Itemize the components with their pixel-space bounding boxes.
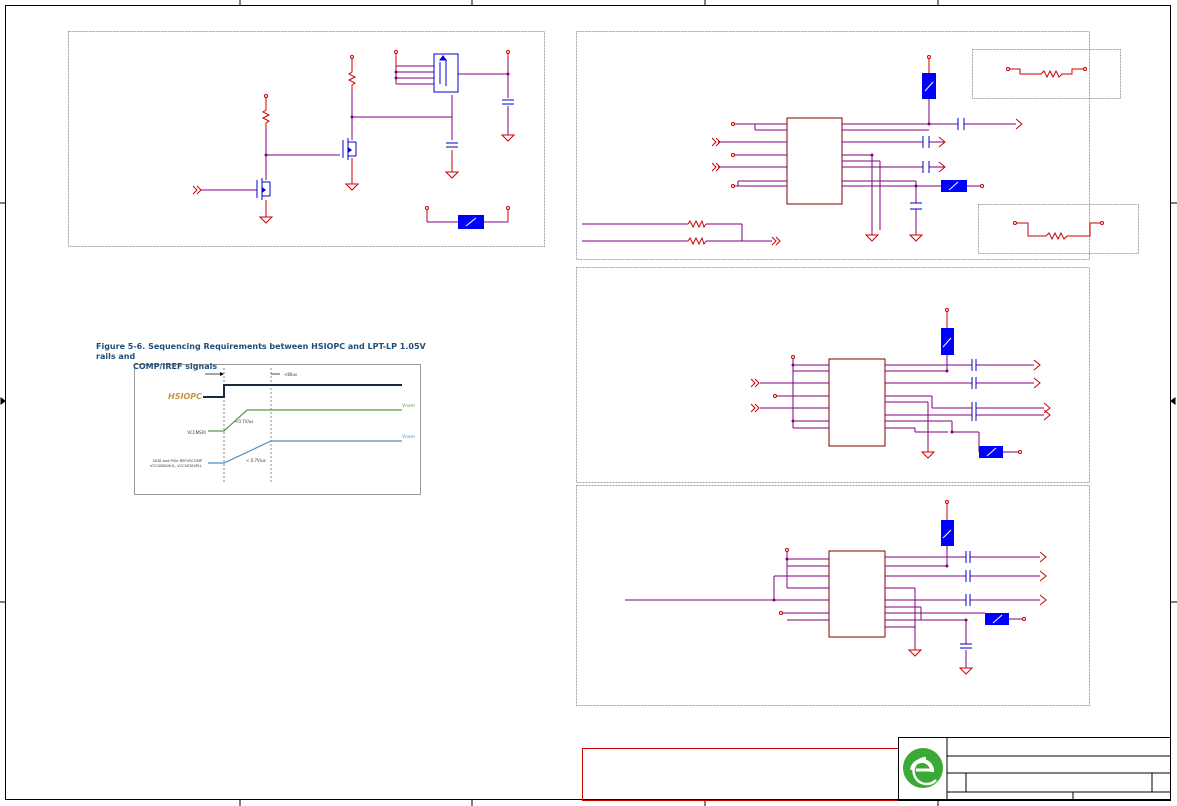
rail1-right-label: Vnom — [402, 403, 415, 409]
rail1-label: VCCMSIO — [187, 430, 206, 435]
figure-title-line1: Figure 5-6. Sequencing Requirements betw… — [96, 342, 426, 361]
frame-power-switch — [68, 31, 545, 247]
notes-box — [582, 748, 899, 801]
rail2-label-line2: VCCUSBUHUL, VCCSATA3PLL — [150, 464, 202, 468]
title-block — [582, 737, 1171, 801]
power-switch-circuit — [192, 50, 516, 229]
figure-title-line2: COMP/IREF signals — [133, 362, 218, 371]
frame-option-a — [972, 49, 1121, 99]
rail1-slew-label: <0.7V/us — [235, 419, 253, 424]
frame-option-b — [978, 204, 1139, 254]
ic-body-bottom — [828, 550, 886, 638]
figure-title: Figure 5-6. Sequencing Requirements betw… — [96, 342, 426, 372]
company-logo-icon — [903, 748, 943, 788]
rail2-label-line1: SATA and PCIe REFUSCOMP — [153, 459, 203, 463]
sata-buffer-circuit — [750, 308, 1051, 459]
rail2-right-label: Vnom — [402, 434, 415, 440]
clock-buffer-circuit — [582, 55, 1104, 246]
rail2-slew-label: < 0.7V/us — [246, 458, 266, 463]
delay-label: <80us — [284, 372, 297, 377]
frame-middle-right — [576, 267, 1090, 483]
sequencing-figure: HSIOPC <80us VCCMSIO Vnom <0.7V/us SATA … — [134, 364, 421, 495]
ic-body-middle — [828, 358, 886, 447]
hsiopc-label: HSIOPC — [168, 392, 202, 401]
frame-top-right — [576, 31, 1090, 260]
ic-body-top — [786, 117, 843, 205]
pcie-buffer-circuit — [625, 500, 1047, 675]
schematic-sheet: HSIOPC <80us VCCMSIO Vnom <0.7V/us SATA … — [0, 0, 1177, 806]
frame-bottom-right — [576, 485, 1090, 706]
